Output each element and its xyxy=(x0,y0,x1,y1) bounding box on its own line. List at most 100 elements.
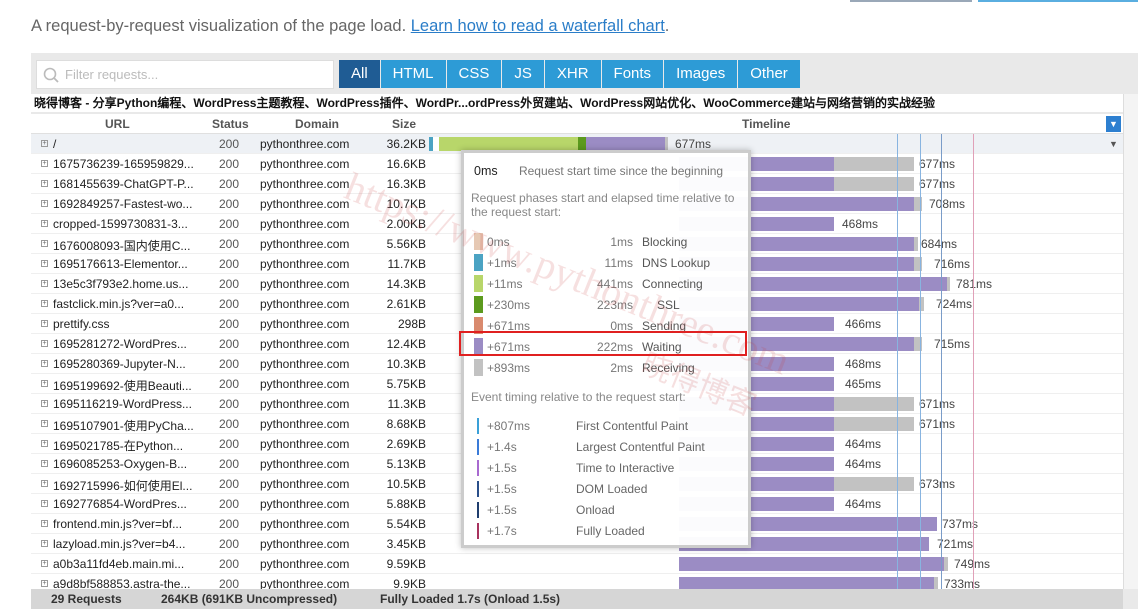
col-size-header[interactable]: Size xyxy=(392,117,416,131)
vertical-scrollbar[interactable] xyxy=(1123,94,1138,589)
tab-images[interactable]: Images xyxy=(664,60,738,88)
row-status: 200 xyxy=(219,297,240,311)
row-domain: pythonthree.com xyxy=(260,377,350,391)
load-time: Fully Loaded 1.7s (Onload 1.5s) xyxy=(380,592,561,606)
expand-icon[interactable]: + xyxy=(41,200,48,207)
expand-icon[interactable]: + xyxy=(41,440,48,447)
expand-icon[interactable]: + xyxy=(41,540,48,547)
row-time-label: 671ms xyxy=(919,417,956,431)
event-name: First Contentful Paint xyxy=(576,419,689,433)
expand-icon[interactable]: + xyxy=(41,480,48,487)
col-url-header[interactable]: URL xyxy=(105,117,130,131)
row-status: 200 xyxy=(219,277,240,291)
phase-color-swatch xyxy=(474,296,483,313)
event-time: +807ms xyxy=(487,419,531,433)
row-status: 200 xyxy=(219,357,240,371)
row-domain: pythonthree.com xyxy=(260,417,350,431)
expand-icon[interactable]: + xyxy=(41,260,48,267)
event-row: +1.7s Fully Loaded xyxy=(471,522,743,539)
col-timeline-header[interactable]: Timeline xyxy=(742,117,790,131)
row-url: 1692849257-Fastest-wo... xyxy=(53,197,193,211)
row-time-label: 715ms xyxy=(934,337,971,351)
event-color-bar xyxy=(477,460,479,476)
row-size: 5.13KB xyxy=(386,457,426,471)
expand-icon[interactable]: + xyxy=(41,560,48,567)
expand-icon[interactable]: + xyxy=(41,500,48,507)
phase-color-swatch xyxy=(474,254,483,271)
waterfall-help-link[interactable]: Learn how to read a waterfall chart xyxy=(411,17,665,35)
start-time-desc: Request start time since the beginning xyxy=(518,164,724,178)
phases-title: Request phases start and elapsed time re… xyxy=(471,191,735,219)
row-time-label: 677ms xyxy=(675,137,712,151)
expand-icon[interactable]: + xyxy=(41,160,48,167)
row-domain: pythonthree.com xyxy=(260,297,350,311)
row-expand-arrow-icon[interactable]: ▼ xyxy=(1109,139,1118,149)
row-url: / xyxy=(53,137,57,151)
col-status-header[interactable]: Status xyxy=(212,117,249,131)
expand-icon[interactable]: + xyxy=(41,420,48,427)
tab-all[interactable]: All xyxy=(339,60,380,88)
row-domain: pythonthree.com xyxy=(260,457,350,471)
table-row[interactable]: + a9d8bf588853.astra-the... 200 pythonthree… xyxy=(31,574,1123,589)
expand-icon[interactable]: + xyxy=(41,400,48,407)
filter-box[interactable] xyxy=(36,60,334,89)
row-domain: pythonthree.com xyxy=(260,217,350,231)
expand-icon[interactable]: + xyxy=(41,280,48,287)
row-size: 298B xyxy=(397,317,426,331)
phase-start: +11ms xyxy=(487,277,523,291)
row-url: 1695021785-在Python... xyxy=(53,439,184,453)
row-time-label: 733ms xyxy=(944,577,981,589)
event-name: DOM Loaded xyxy=(576,482,648,496)
row-status: 200 xyxy=(219,377,240,391)
tab-fonts[interactable]: Fonts xyxy=(601,60,664,88)
row-url: 1696085253-Oxygen-B... xyxy=(53,457,188,471)
expand-icon[interactable]: + xyxy=(41,520,48,527)
expand-icon[interactable]: + xyxy=(41,460,48,467)
row-time-label: 465ms xyxy=(845,377,882,391)
event-name: Time to Interactive xyxy=(576,461,675,475)
timeline-bar-segment xyxy=(834,177,914,191)
top-scroll-fragment xyxy=(850,0,972,2)
expand-icon[interactable]: + xyxy=(41,240,48,247)
row-size: 9.9KB xyxy=(393,577,426,589)
tab-xhr[interactable]: XHR xyxy=(544,60,601,88)
expand-icon[interactable]: + xyxy=(41,180,48,187)
waiting-highlight-box xyxy=(459,331,747,356)
timeline-bar-segment xyxy=(679,577,934,589)
expand-icon[interactable]: + xyxy=(41,580,48,587)
row-url: 1695280369-Jupyter-N... xyxy=(53,357,186,371)
expand-icon[interactable]: + xyxy=(41,320,48,327)
filter-requests-input[interactable] xyxy=(65,61,333,88)
row-url: 1695107901-使用PyCha... xyxy=(53,419,194,433)
expand-icon[interactable]: + xyxy=(41,300,48,307)
expand-icon[interactable]: + xyxy=(41,380,48,387)
tab-html[interactable]: HTML xyxy=(380,60,446,88)
event-time: +1.7s xyxy=(487,524,517,538)
event-row: +1.5s Onload xyxy=(471,501,743,518)
tab-css[interactable]: CSS xyxy=(446,60,502,88)
tab-other[interactable]: Other xyxy=(738,60,800,88)
expand-icon[interactable]: + xyxy=(41,220,48,227)
event-marker-line xyxy=(920,134,921,589)
row-domain: pythonthree.com xyxy=(260,277,350,291)
timeline-bar-segment xyxy=(914,237,918,251)
tab-js[interactable]: JS xyxy=(502,60,544,88)
event-time: +1.4s xyxy=(487,440,517,454)
table-row[interactable]: + a0b3a11fd4eb.main.mi... 200 pythonthree.c… xyxy=(31,554,1123,574)
expand-icon[interactable]: + xyxy=(41,340,48,347)
row-status: 200 xyxy=(219,397,240,411)
request-count: 29 Requests xyxy=(51,592,122,606)
col-domain-header[interactable]: Domain xyxy=(295,117,339,131)
timeline-sort-button[interactable]: ▼ xyxy=(1106,116,1121,132)
phase-color-swatch xyxy=(474,233,483,250)
row-url: cropped-1599730831-3... xyxy=(53,217,188,231)
phase-name: Blocking xyxy=(642,235,688,249)
row-size: 2.00KB xyxy=(386,217,426,231)
expand-icon[interactable]: + xyxy=(41,140,48,147)
expand-icon[interactable]: + xyxy=(41,360,48,367)
row-size: 12.4KB xyxy=(386,337,426,351)
event-color-bar xyxy=(477,439,479,455)
timeline-bar-segment xyxy=(947,277,950,291)
event-row: +1.4s Largest Contentful Paint xyxy=(471,438,743,455)
row-status: 200 xyxy=(219,557,240,571)
